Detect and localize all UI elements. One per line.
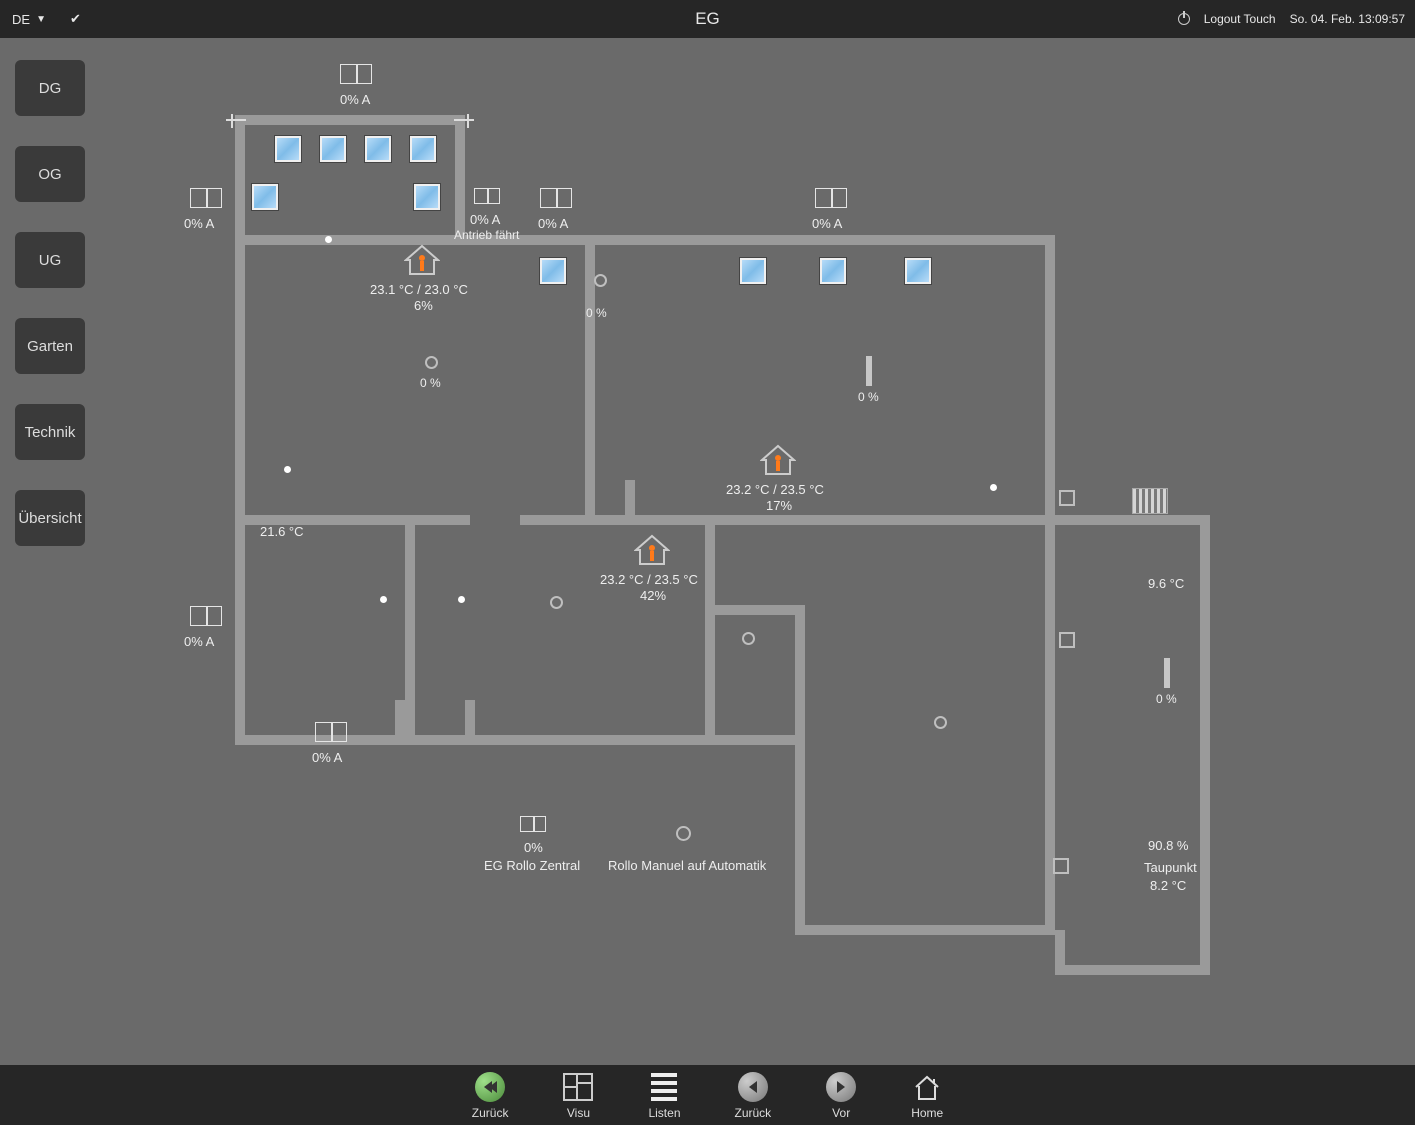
window-icon[interactable]: [275, 136, 301, 162]
sensor-ring[interactable]: [742, 632, 755, 645]
sensor-ring[interactable]: [934, 716, 947, 729]
light-dot[interactable]: [458, 596, 465, 603]
bottom-forward[interactable]: Vor: [825, 1071, 857, 1120]
datetime-label: So. 04. Feb. 13:09:57: [1290, 12, 1405, 26]
light-dot[interactable]: [325, 236, 332, 243]
square-icon[interactable]: [1059, 490, 1075, 506]
window-icon[interactable]: [905, 258, 931, 284]
climate-room3-temp: 23.2 °C / 23.5 °C: [600, 572, 698, 587]
light-dot[interactable]: [284, 466, 291, 473]
humidity-value: 90.8 %: [1148, 838, 1188, 853]
page-title: EG: [695, 9, 720, 29]
bottombar: Zurück Visu Listen Zurück Vor Home: [0, 1065, 1415, 1125]
climate-room1-temp: 23.1 °C / 23.0 °C: [370, 282, 468, 297]
list-icon: [648, 1071, 680, 1103]
rollo-zentral-icon[interactable]: [520, 816, 546, 832]
bottom-home[interactable]: Home: [911, 1071, 943, 1120]
sensor2-label: 0 %: [586, 306, 607, 320]
window-icon[interactable]: [252, 184, 278, 210]
sensor3-label: 0 %: [858, 390, 879, 404]
window-icon[interactable]: [320, 136, 346, 162]
climate-room2-valve: 17%: [766, 498, 792, 513]
shutter-left-lower[interactable]: [190, 606, 222, 626]
shutter-mid2-status: 0% A: [538, 216, 568, 231]
logout-button[interactable]: Logout Touch: [1204, 12, 1276, 26]
light-dot[interactable]: [380, 596, 387, 603]
language-label: DE: [12, 12, 30, 27]
dewpoint-label: Taupunkt: [1144, 860, 1197, 875]
rollo-zentral-value: 0%: [524, 840, 543, 855]
dewpoint-value: 8.2 °C: [1150, 878, 1186, 893]
shutter-left-upper-status: 0% A: [184, 216, 214, 231]
sensor1-label: 0 %: [420, 376, 441, 390]
rollo-zentral-label: EG Rollo Zentral: [484, 858, 580, 873]
shutter-mid-small-extra: Antrieb fährt: [454, 228, 519, 242]
power-icon[interactable]: [1178, 13, 1190, 25]
door-icon[interactable]: [1164, 658, 1170, 688]
shutter-right-top[interactable]: [815, 188, 847, 208]
shutter-bottom[interactable]: [315, 722, 347, 742]
floor-temp: 21.6 °C: [260, 524, 304, 539]
bottom-visu[interactable]: Visu: [562, 1071, 594, 1120]
rollo-auto-button[interactable]: [676, 826, 691, 841]
window-icon[interactable]: [740, 258, 766, 284]
shutter-left-upper[interactable]: [190, 188, 222, 208]
climate-room2[interactable]: [760, 444, 796, 476]
shutter-mid2[interactable]: [540, 188, 572, 208]
shutter-top[interactable]: [340, 64, 372, 84]
chevron-down-icon: ▼: [36, 14, 46, 25]
bottom-back-double[interactable]: Zurück: [472, 1071, 509, 1120]
shutter-top-status: 0% A: [340, 92, 370, 107]
door-icon[interactable]: [866, 356, 872, 386]
topbar: DE ▼ ✔ EG Logout Touch So. 04. Feb. 13:0…: [0, 0, 1415, 38]
window-icon[interactable]: [414, 184, 440, 210]
radiator-icon[interactable]: [1132, 488, 1168, 514]
floorplan: 0% A 0% A 0% A Antrieb fährt 0% A 0% A 0…: [0, 40, 1415, 1065]
window-icon[interactable]: [365, 136, 391, 162]
climate-room1[interactable]: [404, 244, 440, 276]
language-selector[interactable]: DE ▼: [0, 12, 58, 27]
climate-room3-valve: 42%: [640, 588, 666, 603]
sensor-ring[interactable]: [425, 356, 438, 369]
climate-room3[interactable]: [634, 534, 670, 566]
shutter-right-top-status: 0% A: [812, 216, 842, 231]
shutter-mid-small-status: 0% A: [470, 212, 500, 227]
check-icon: ✔: [70, 11, 81, 26]
climate-room1-valve: 6%: [414, 298, 433, 313]
shutter-left-lower-status: 0% A: [184, 634, 214, 649]
bottom-back[interactable]: Zurück: [735, 1071, 772, 1120]
shutter-mid-small[interactable]: [474, 188, 500, 204]
sensor-ring[interactable]: [594, 274, 607, 287]
climate-room2-temp: 23.2 °C / 23.5 °C: [726, 482, 824, 497]
bottom-listen[interactable]: Listen: [648, 1071, 680, 1120]
home-icon: [911, 1071, 943, 1103]
square-icon[interactable]: [1053, 858, 1069, 874]
square-icon[interactable]: [1059, 632, 1075, 648]
sensor-ring[interactable]: [550, 596, 563, 609]
window-icon[interactable]: [540, 258, 566, 284]
floorplan-icon: [562, 1071, 594, 1103]
window-icon[interactable]: [820, 258, 846, 284]
light-dot[interactable]: [990, 484, 997, 491]
outside-temp: 9.6 °C: [1148, 576, 1184, 591]
shutter-bottom-status: 0% A: [312, 750, 342, 765]
confirm-button[interactable]: ✔: [58, 11, 93, 27]
sensor4-label: 0 %: [1156, 692, 1177, 706]
window-icon[interactable]: [410, 136, 436, 162]
rollo-auto-label: Rollo Manuel auf Automatik: [608, 858, 766, 873]
